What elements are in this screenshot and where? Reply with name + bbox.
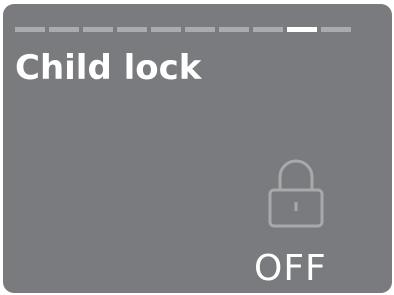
page-indicator-segment	[117, 27, 147, 32]
lock-icon	[268, 159, 324, 228]
lock-shackle	[278, 159, 314, 190]
child-lock-state: OFF	[254, 248, 327, 289]
page-indicator	[15, 27, 351, 32]
page-indicator-segment	[185, 27, 215, 32]
page-indicator-segment	[83, 27, 113, 32]
page-indicator-segment	[219, 27, 249, 32]
page-indicator-segment-active	[287, 27, 317, 32]
page-indicator-segment	[151, 27, 181, 32]
page-title: Child lock	[15, 48, 202, 88]
child-lock-screen[interactable]: Child lock OFF	[3, 4, 392, 293]
page-indicator-segment	[15, 27, 45, 32]
page-indicator-segment	[49, 27, 79, 32]
page-indicator-segment	[253, 27, 283, 32]
page-indicator-segment	[321, 27, 351, 32]
